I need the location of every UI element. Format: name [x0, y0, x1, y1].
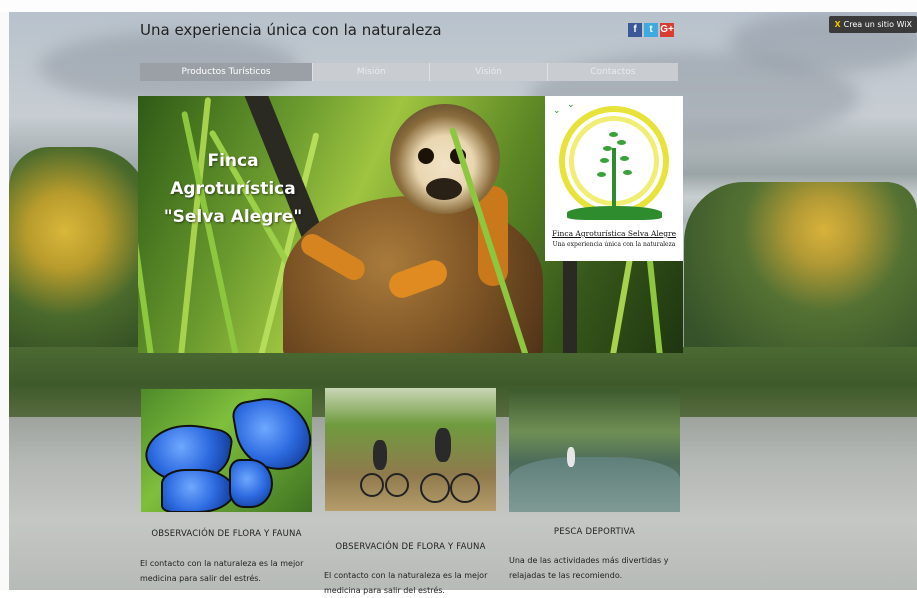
card-1-text: El contacto con la naturaleza es la mejo…	[140, 559, 304, 583]
bird-icon: ⌄	[567, 100, 575, 110]
nav-item-mision[interactable]: Misión	[313, 63, 431, 81]
social-icons: f t G+	[628, 23, 674, 37]
wix-badge[interactable]: X Crea un sitio WiX	[829, 16, 917, 33]
butterfly-image[interactable]	[141, 389, 312, 512]
logo-hill	[567, 206, 662, 220]
logo-tagline: Una experiencia única con la naturaleza	[552, 241, 676, 248]
hero-title-line1: Finca Agroturística	[170, 151, 296, 199]
site-title: Una experiencia única con la naturaleza	[140, 21, 442, 39]
nav-item-productos-turisticos[interactable]: Productos Turísticos	[140, 63, 314, 81]
nav-item-contactos[interactable]: Contactos	[547, 63, 678, 81]
wix-x-icon: X	[834, 20, 841, 29]
pond	[509, 457, 680, 512]
fishing-pond-image[interactable]	[509, 389, 680, 512]
google-plus-icon[interactable]: G+	[660, 23, 674, 37]
card-3-text: Una de las actividades más divertidas y …	[509, 556, 669, 580]
card-2-text: El contacto con la naturaleza es la mejo…	[324, 571, 488, 595]
mountain-bike-image[interactable]	[325, 388, 496, 511]
logo-name: Finca Agroturística Selva Alegre	[551, 229, 677, 238]
facebook-icon[interactable]: f	[628, 23, 642, 37]
bird-icon: ⌄	[553, 106, 561, 116]
card-1-title: OBSERVACIÓN DE FLORA Y FAUNA	[151, 529, 302, 539]
twitter-icon[interactable]: t	[644, 23, 658, 37]
nav-item-vision[interactable]: Visión	[430, 63, 548, 81]
card-3-title: PESCA DEPORTIVA	[553, 527, 636, 537]
hero-title-line2: "Selva Alegre"	[163, 207, 303, 227]
logo-tree-icon	[612, 148, 616, 208]
hero-title: Finca Agroturística "Selva Alegre"	[148, 147, 318, 231]
main-nav: Productos Turísticos Misión Visión Conta…	[140, 63, 678, 81]
browser-left-strip	[0, 12, 9, 590]
finca-logo: ⌄ ⌄ Finca Agroturística Selva Alegre Una…	[545, 96, 683, 261]
card-2-title: OBSERVACIÓN DE FLORA Y FAUNA	[335, 542, 486, 552]
